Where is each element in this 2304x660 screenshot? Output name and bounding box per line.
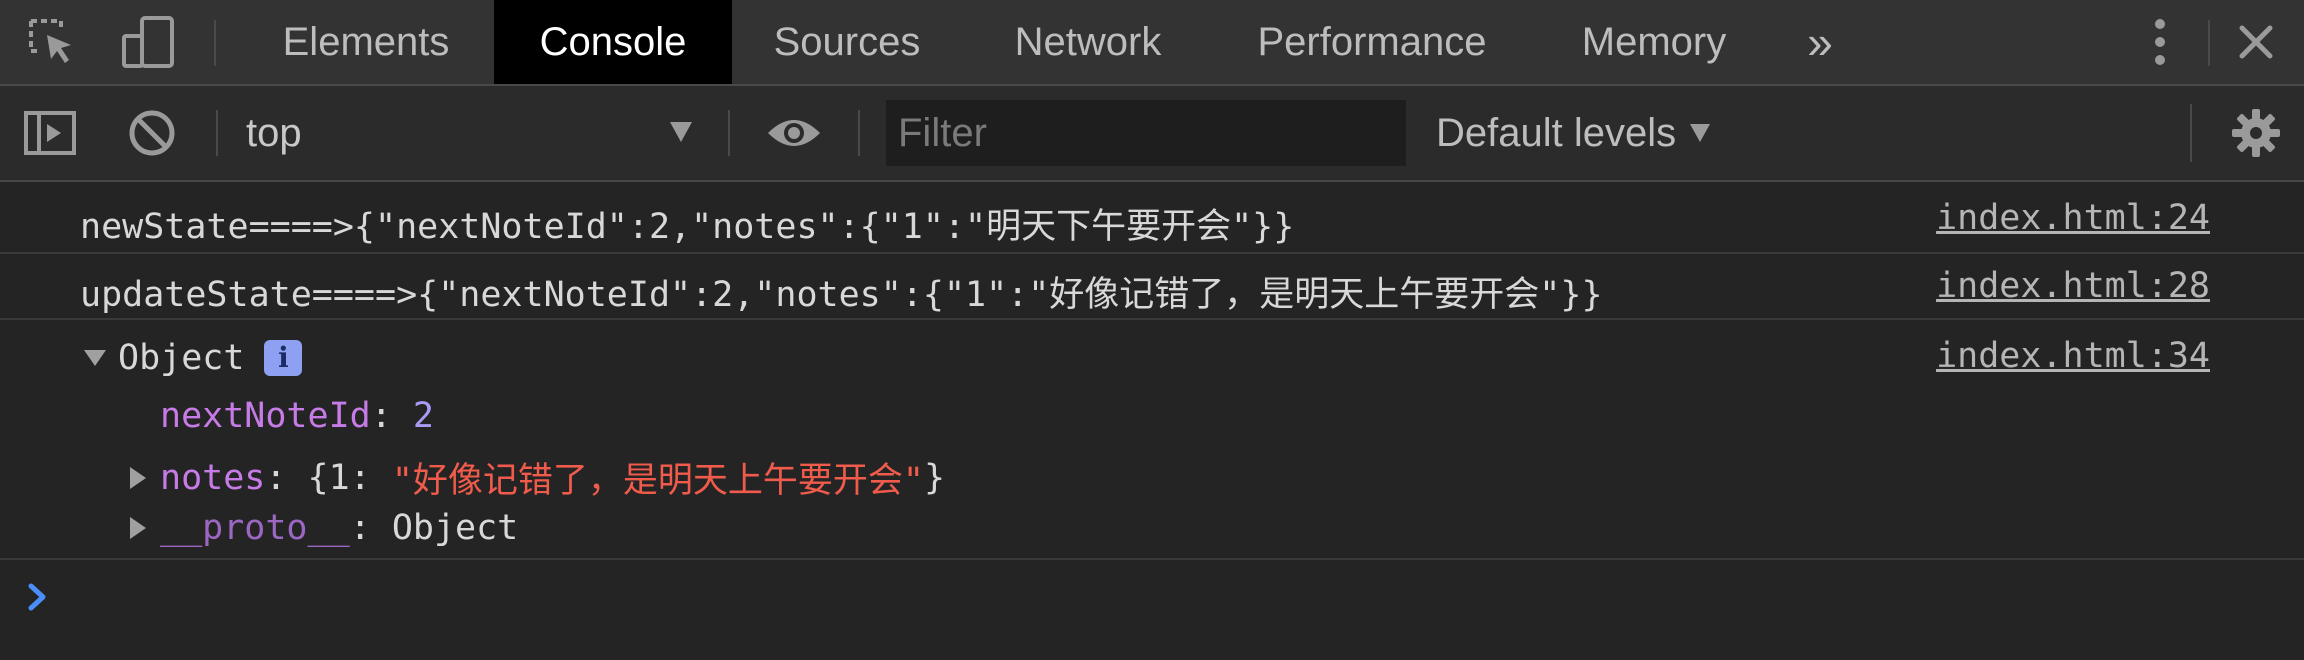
collapse-triangle-icon[interactable] xyxy=(130,466,146,489)
prompt-chevron-icon xyxy=(26,582,50,617)
console-toolbar: top Default levels xyxy=(0,86,2304,182)
tab-network[interactable]: Network xyxy=(990,0,1186,84)
log-levels-dropdown[interactable]: Default levels xyxy=(1436,86,1711,180)
inspect-element-icon[interactable] xyxy=(22,0,82,84)
more-tabs-button[interactable]: » xyxy=(1790,0,1850,84)
source-link[interactable]: index.html:34 xyxy=(1936,336,2210,376)
console-prompt[interactable] xyxy=(0,562,2304,660)
context-dropdown-arrow-icon[interactable] xyxy=(670,122,692,142)
expand-triangle-icon[interactable] xyxy=(84,350,106,366)
property-preview-close: } xyxy=(923,457,946,498)
console-message: updateState====>{"nextNoteId":2,"notes":… xyxy=(0,254,2304,320)
customize-menu-icon[interactable] xyxy=(2136,0,2184,84)
live-expression-eye-icon[interactable] xyxy=(764,86,824,180)
tab-performance[interactable]: Performance xyxy=(1240,0,1504,84)
levels-dropdown-arrow-icon xyxy=(1690,124,1711,142)
property-string-value: "好像记错了，是明天上午要开会" xyxy=(391,461,924,501)
filter-input[interactable] xyxy=(886,100,1406,166)
property-key: nextNoteId xyxy=(160,396,371,436)
property-key: notes xyxy=(160,457,266,498)
tab-memory[interactable]: Memory xyxy=(1564,0,1744,84)
settings-gear-icon[interactable] xyxy=(2226,86,2286,180)
tab-elements[interactable]: Elements xyxy=(256,0,476,84)
property-preview-open: {1: xyxy=(307,457,392,498)
toolbar-divider xyxy=(858,110,860,156)
property-value: 2 xyxy=(412,396,434,436)
log-text: updateState====>{"nextNoteId":2,"notes":… xyxy=(80,275,1603,315)
clear-console-icon[interactable] xyxy=(122,86,182,180)
console-object-message: index.html:34 Object i nextNoteId: 2 not… xyxy=(0,320,2304,560)
sidebar-toggle-icon[interactable] xyxy=(20,86,80,180)
object-header[interactable]: Object i xyxy=(84,338,303,378)
tab-sources[interactable]: Sources xyxy=(752,0,942,84)
object-property[interactable]: __proto__: Object xyxy=(130,508,518,548)
collapse-triangle-icon[interactable] xyxy=(130,517,146,539)
source-link[interactable]: index.html:28 xyxy=(1936,266,2210,306)
console-message: newState====>{"nextNoteId":2,"notes":{"1… xyxy=(0,184,2304,254)
property-colon: : xyxy=(370,396,413,436)
close-divider xyxy=(2208,20,2210,66)
tab-bar-divider xyxy=(214,20,216,66)
proto-value: Object xyxy=(391,508,519,548)
close-icon[interactable] xyxy=(2232,0,2280,84)
toolbar-divider xyxy=(216,110,218,156)
property-colon: : xyxy=(349,508,392,548)
toolbar-divider xyxy=(728,110,730,156)
object-property: nextNoteId: 2 xyxy=(160,396,434,436)
devtools-tab-bar: Elements Console Sources Network Perform… xyxy=(0,0,2304,86)
device-toolbar-icon[interactable] xyxy=(118,0,178,84)
object-label: Object xyxy=(118,338,245,378)
log-levels-label: Default levels xyxy=(1436,110,1677,155)
context-selector[interactable]: top xyxy=(246,86,302,180)
toolbar-divider xyxy=(2190,104,2192,162)
object-property[interactable]: notes: {1: "好像记错了，是明天上午要开会"} xyxy=(130,452,945,503)
info-badge-icon[interactable]: i xyxy=(264,340,303,376)
source-link[interactable]: index.html:24 xyxy=(1936,198,2210,238)
tab-console[interactable]: Console xyxy=(494,0,732,84)
log-text: newState====>{"nextNoteId":2,"notes":{"1… xyxy=(80,207,1295,247)
property-colon: : xyxy=(265,457,308,498)
proto-key: __proto__ xyxy=(160,508,350,548)
